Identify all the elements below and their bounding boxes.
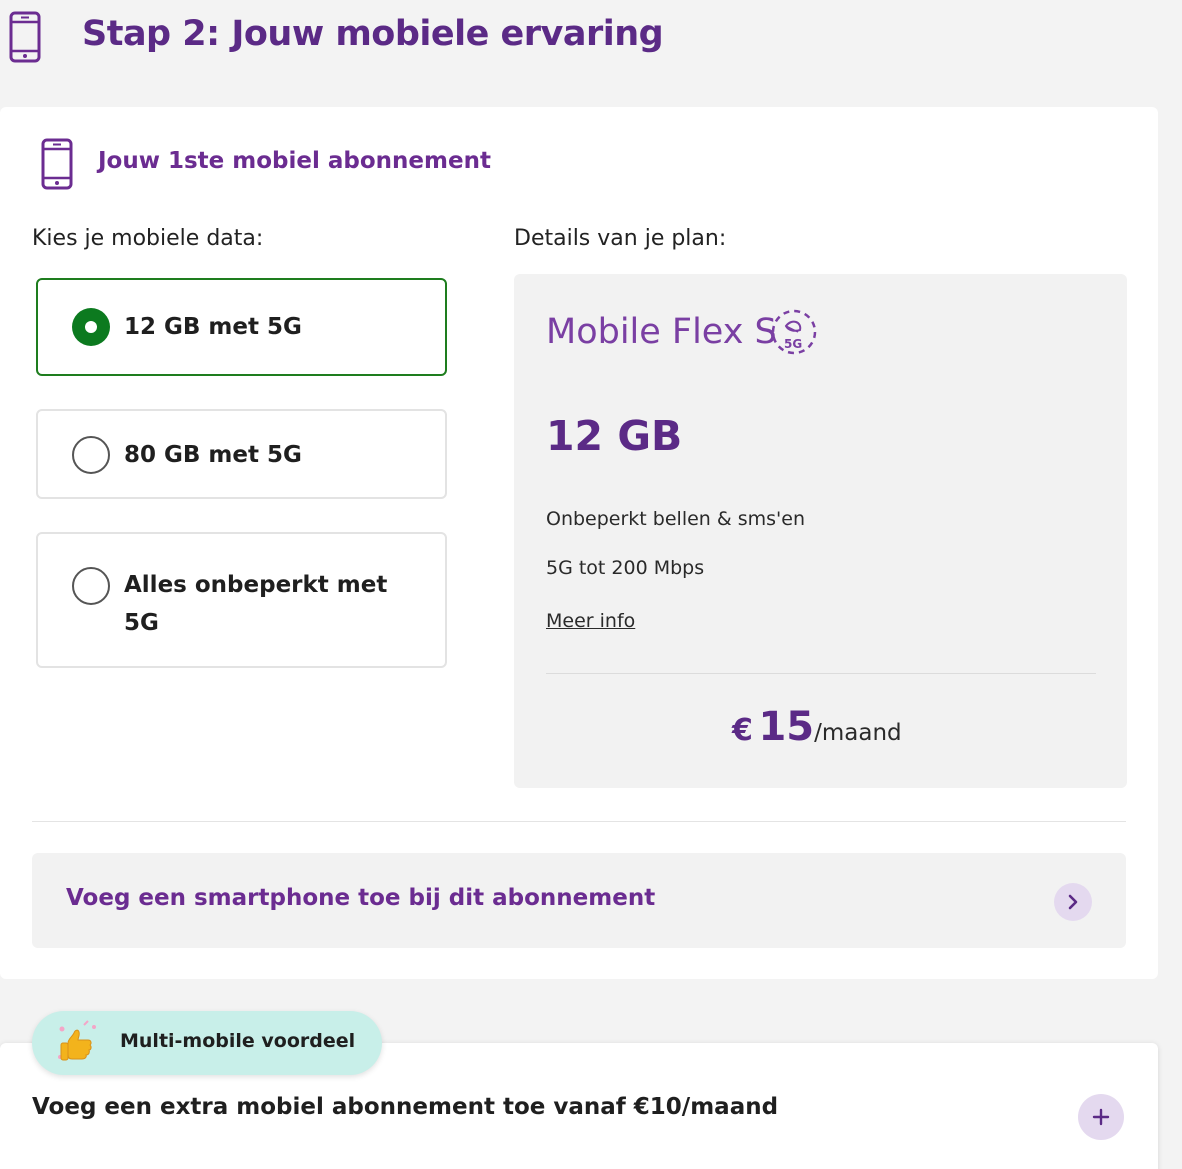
5g-badge-text: 5G <box>784 337 802 351</box>
step-title: Stap 2: Jouw mobiele ervaring <box>82 14 664 54</box>
thumbs-up-icon <box>58 1020 96 1061</box>
data-option-unlimited[interactable]: Alles onbeperkt met 5G <box>36 532 447 668</box>
plan-price: € 15/maand <box>732 704 902 750</box>
multi-mobile-badge-label: Multi-mobile voordeel <box>120 1030 356 1052</box>
radio-unselected[interactable] <box>72 436 110 474</box>
data-option-80gb[interactable]: 80 GB met 5G <box>36 409 447 499</box>
add-extra-subscription-button[interactable] <box>1078 1094 1124 1140</box>
add-smartphone-label: Voeg een smartphone toe bij dit abonneme… <box>66 885 656 911</box>
plan-feature: Onbeperkt bellen & sms'en <box>546 508 805 530</box>
plan-details-panel: Mobile Flex S 5G 12 GB Onbeperkt bellen … <box>514 274 1127 788</box>
price-currency: € <box>732 713 753 748</box>
divider <box>32 821 1126 822</box>
radio-selected[interactable] <box>72 308 110 346</box>
mobile-phone-icon <box>41 138 73 190</box>
data-choice-label: Kies je mobiele data: <box>32 226 264 251</box>
data-option-label: 80 GB met 5G <box>124 442 302 468</box>
chevron-right-icon[interactable] <box>1054 883 1092 921</box>
plan-details-label: Details van je plan: <box>514 226 727 251</box>
data-option-12gb[interactable]: 12 GB met 5G <box>36 278 447 376</box>
add-smartphone-button[interactable]: Voeg een smartphone toe bij dit abonneme… <box>32 853 1126 948</box>
data-option-label: Alles onbeperkt met 5G <box>124 572 388 636</box>
step-header: Stap 2: Jouw mobiele ervaring <box>0 0 1182 80</box>
plan-feature: 5G tot 200 Mbps <box>546 557 705 579</box>
plan-name: Mobile Flex S <box>546 312 777 352</box>
subscription-title: Jouw 1ste mobiel abonnement <box>98 148 491 174</box>
plan-data-amount: 12 GB <box>546 412 683 460</box>
price-period: /maand <box>814 720 902 746</box>
divider <box>546 673 1096 674</box>
data-option-label: 12 GB met 5G <box>124 314 302 340</box>
plus-icon <box>1092 1108 1110 1126</box>
add-extra-subscription-label: Voeg een extra mobiel abonnement toe van… <box>32 1094 779 1120</box>
more-info-link[interactable]: Meer info <box>546 610 635 632</box>
mobile-phone-icon <box>9 11 41 63</box>
radio-unselected[interactable] <box>72 567 110 605</box>
multi-mobile-badge: Multi-mobile voordeel <box>32 1011 382 1075</box>
price-amount: 15 <box>758 704 815 750</box>
5g-leaf-icon: 5G <box>771 309 817 355</box>
